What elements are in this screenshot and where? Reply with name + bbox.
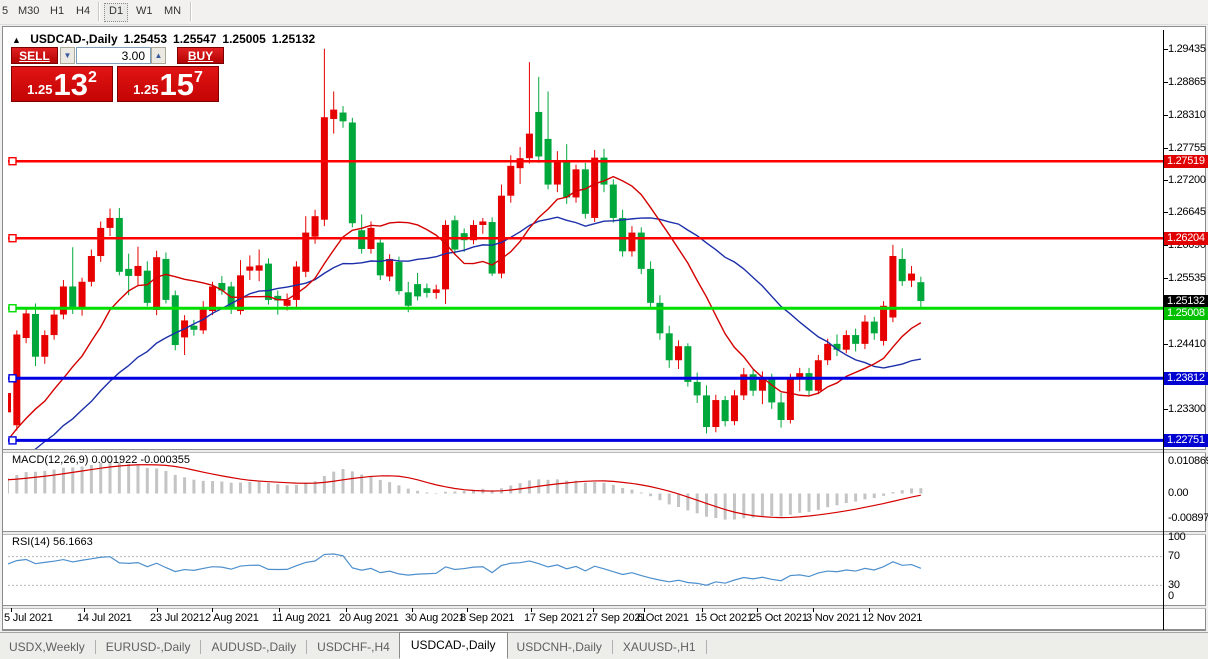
tab-eurusd-daily[interactable]: EURUSD-,Daily: [97, 636, 200, 658]
sell-button[interactable]: SELL: [11, 47, 58, 64]
ohlc-low: 1.25005: [222, 32, 265, 46]
tab-usdchf-h4[interactable]: USDCHF-,H4: [308, 636, 399, 658]
timeframe-mn[interactable]: MN: [160, 3, 185, 20]
rsi-layer: [8, 554, 1163, 585]
rsi-label: RSI(14) 56.1663: [12, 536, 93, 548]
ask-big-digits: 15: [159, 69, 193, 100]
chart-title: ▲ USDCAD-,Daily 1.25453 1.25547 1.25005 1.25…: [12, 32, 321, 46]
pane-splitter-dates: [3, 605, 1206, 609]
pane-splitter-rsi[interactable]: [3, 531, 1206, 535]
ohlc-close: 1.25132: [272, 32, 315, 46]
chart-tab-bar: USDX,Weekly EURUSD-,Daily AUDUSD-,Daily …: [0, 632, 1208, 659]
tab-usdcnh-daily[interactable]: USDCNH-,Daily: [508, 636, 611, 658]
volume-input[interactable]: [76, 47, 151, 64]
toolbar-separator: [190, 2, 191, 21]
tab-separator: [706, 640, 707, 654]
tab-separator: [612, 640, 613, 654]
tab-separator: [200, 640, 201, 654]
timeframe-toolbar: 5 M30 H1 H4 D1 W1 MN: [0, 0, 1208, 25]
collapse-arrow-icon[interactable]: ▲: [12, 35, 21, 45]
tab-usdcad-daily[interactable]: USDCAD-,Daily: [399, 632, 508, 659]
rsi-scale-70: 70: [1168, 550, 1208, 562]
timeframe-d1[interactable]: D1: [104, 3, 128, 22]
ask-prefix: 1.25: [133, 82, 158, 97]
candles-layer: [8, 49, 924, 471]
timeframe-h4[interactable]: H4: [72, 3, 94, 20]
symbol-label: USDCAD-,Daily: [30, 32, 117, 46]
macd-scale-max: 0.010869: [1168, 455, 1208, 467]
timeframe-m30[interactable]: M30: [14, 3, 43, 20]
buy-button[interactable]: BUY: [177, 47, 224, 64]
rsi-scale-100: 100: [1168, 531, 1208, 543]
tab-xauusd-h1[interactable]: XAUUSD-,H1: [614, 636, 705, 658]
pane-splitter-macd[interactable]: [3, 449, 1206, 453]
rsi-scale-0: 0: [1168, 590, 1208, 602]
volume-up-button[interactable]: ▲: [151, 47, 166, 64]
timeframe-m5[interactable]: 5: [0, 3, 12, 20]
macd-layer: [8, 461, 922, 519]
bid-price-box[interactable]: 1.25 13 2: [11, 66, 113, 102]
bid-big-digits: 13: [53, 69, 87, 100]
timeframe-w1[interactable]: W1: [132, 3, 157, 20]
macd-scale-min: -0.008974: [1168, 512, 1208, 524]
volume-down-button[interactable]: ▼: [60, 47, 75, 64]
macd-label: MACD(12,26,9) 0.001922 -0.000355: [12, 454, 190, 466]
ask-price-box[interactable]: 1.25 15 7: [117, 66, 219, 102]
macd-scale-zero: 0.00: [1168, 487, 1208, 499]
tab-usdx-weekly[interactable]: USDX,Weekly: [0, 636, 94, 658]
date-axis-border: [3, 629, 1206, 630]
tab-audusd-daily[interactable]: AUDUSD-,Daily: [202, 636, 305, 658]
price-chart[interactable]: [8, 30, 1163, 608]
timeframe-h1[interactable]: H1: [46, 3, 68, 20]
ask-pip-digit: 7: [194, 69, 203, 87]
bid-pip-digit: 2: [88, 69, 97, 87]
price-axis-separator: [1163, 30, 1164, 630]
ohlc-high: 1.25547: [173, 32, 216, 46]
bid-prefix: 1.25: [27, 82, 52, 97]
tab-separator: [95, 640, 96, 654]
ohlc-open: 1.25453: [124, 32, 167, 46]
tab-separator: [306, 640, 307, 654]
toolbar-separator: [98, 2, 99, 21]
